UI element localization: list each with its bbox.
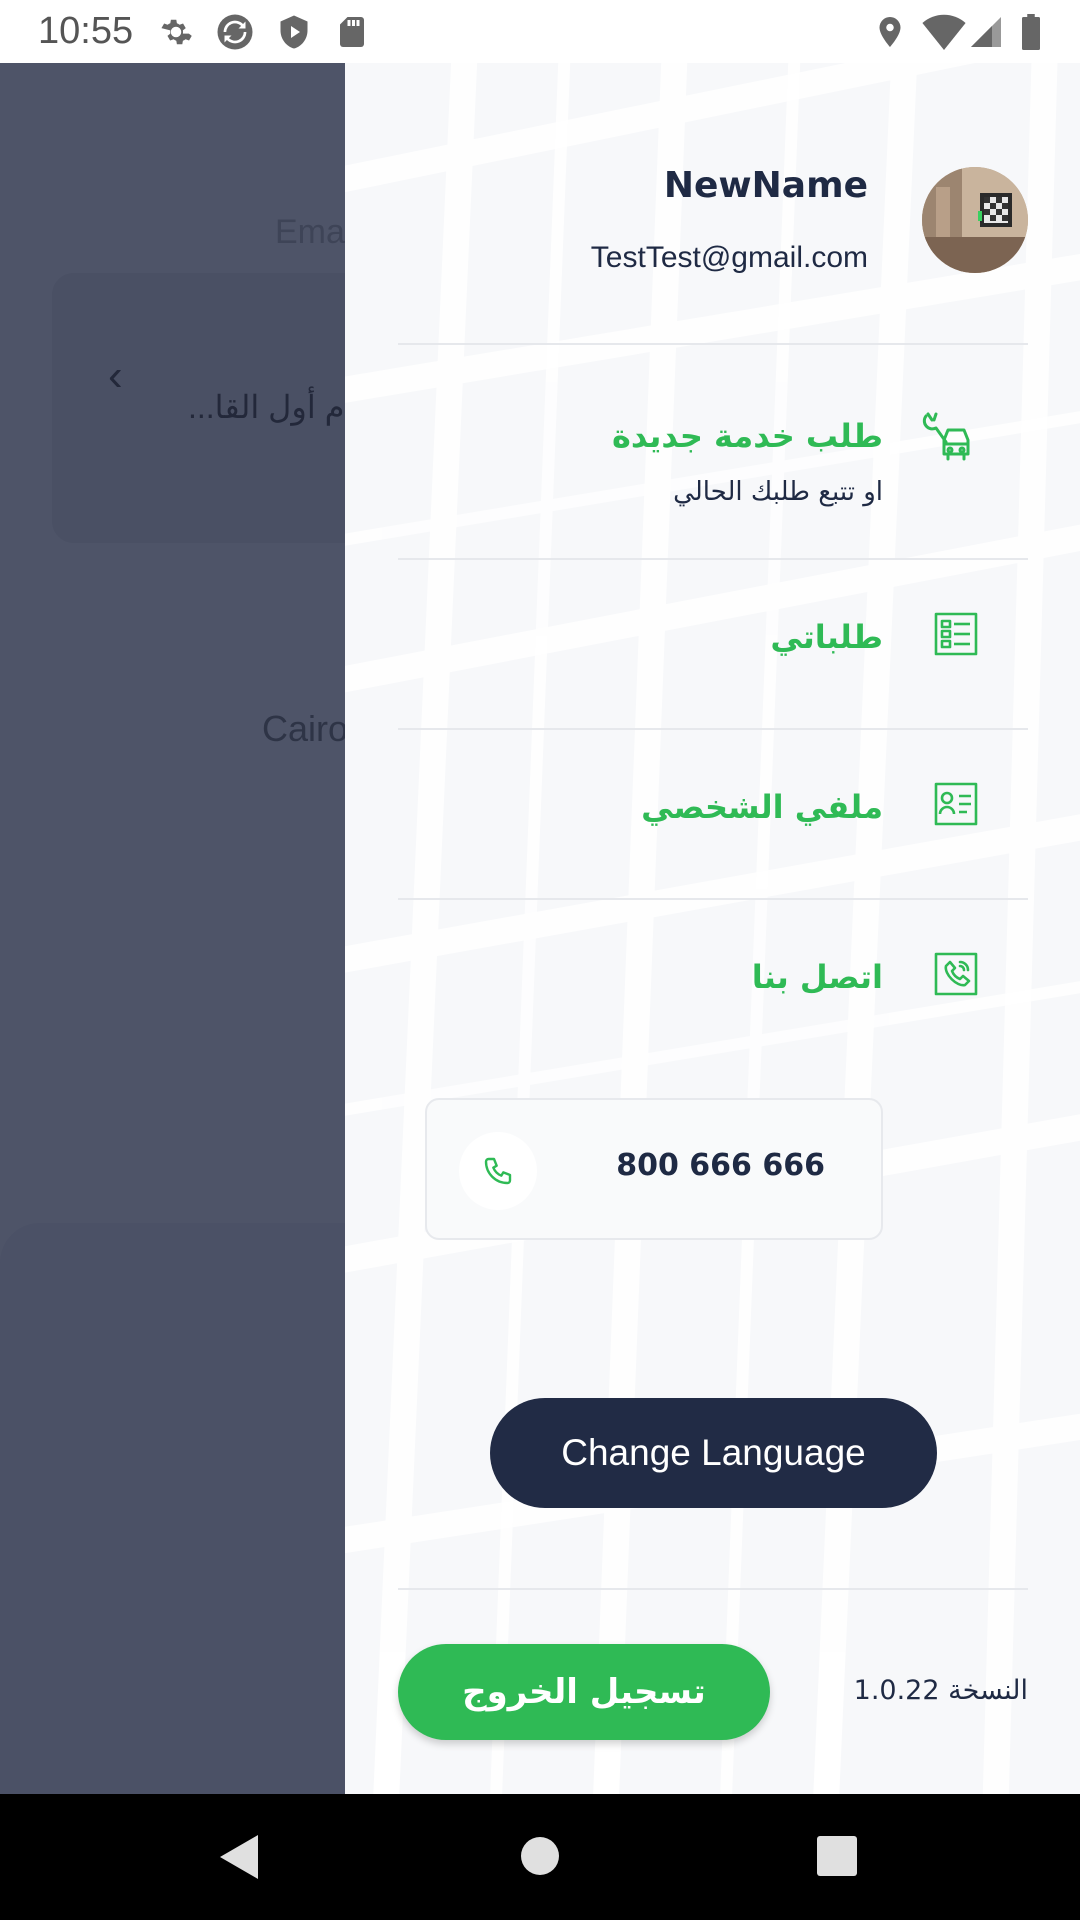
sync-icon xyxy=(217,14,253,50)
menu-item-label: طلب خدمة جديدة xyxy=(611,417,883,455)
contact-phone-card[interactable]: 800 666 666 xyxy=(425,1098,883,1240)
phone-call-icon xyxy=(934,952,978,996)
chevron-left-icon: ‹ xyxy=(108,351,123,400)
recents-icon[interactable] xyxy=(817,1836,857,1876)
menu-item-new-service-request[interactable]: طلب خدمة جديدة او تتبع طلبك الحالي xyxy=(398,343,1028,558)
profile-name: NewName xyxy=(663,165,868,206)
app-version: النسخة 1.0.22 xyxy=(853,1675,1028,1706)
logout-button[interactable]: تسجيل الخروج xyxy=(398,1644,770,1740)
wifi-icon xyxy=(922,14,966,50)
status-bar: 10:55 xyxy=(0,0,1080,63)
change-language-button[interactable]: Change Language xyxy=(490,1398,937,1508)
phone-icon xyxy=(484,1157,512,1185)
battery-icon xyxy=(1022,14,1040,50)
menu-item-label: اتصل بنا xyxy=(751,958,883,996)
shield-play-icon xyxy=(280,15,308,49)
back-icon[interactable] xyxy=(216,1832,260,1882)
background-email-label: Ema xyxy=(275,213,345,251)
background-field-value: ...م أول القا xyxy=(188,389,345,425)
menu-item-my-profile[interactable]: ملفي الشخصي xyxy=(398,728,1028,898)
menu-item-label: طلباتي xyxy=(770,618,883,656)
divider xyxy=(398,1588,1028,1590)
gear-icon xyxy=(161,19,192,45)
location-icon xyxy=(879,17,901,47)
menu-item-label: ملفي الشخصي xyxy=(641,788,883,826)
profile-card-icon xyxy=(934,782,978,826)
home-icon[interactable] xyxy=(520,1836,560,1876)
navigation-drawer: NewName TestTest@gmail.com طلب خدمة جديد… xyxy=(345,63,1080,1794)
system-navigation-bar xyxy=(0,1794,1080,1920)
avatar-image xyxy=(922,167,1028,273)
background-city-label: Cairo xyxy=(262,708,349,749)
avatar[interactable] xyxy=(922,167,1028,273)
signal-icon xyxy=(971,17,1001,47)
menu-item-my-orders[interactable]: طلباتي xyxy=(398,558,1028,728)
call-button[interactable] xyxy=(459,1132,537,1210)
orders-list-icon xyxy=(934,612,978,656)
status-time: 10:55 xyxy=(38,10,134,52)
contact-phone-number: 800 666 666 xyxy=(616,1148,825,1183)
menu-item-contact-us[interactable]: اتصل بنا xyxy=(398,898,1028,1068)
menu-item-subtitle: او تتبع طلبك الحالي xyxy=(673,477,883,507)
wrench-car-icon xyxy=(922,412,970,461)
sd-card-icon xyxy=(340,17,364,47)
profile-email: TestTest@gmail.com xyxy=(590,241,868,274)
